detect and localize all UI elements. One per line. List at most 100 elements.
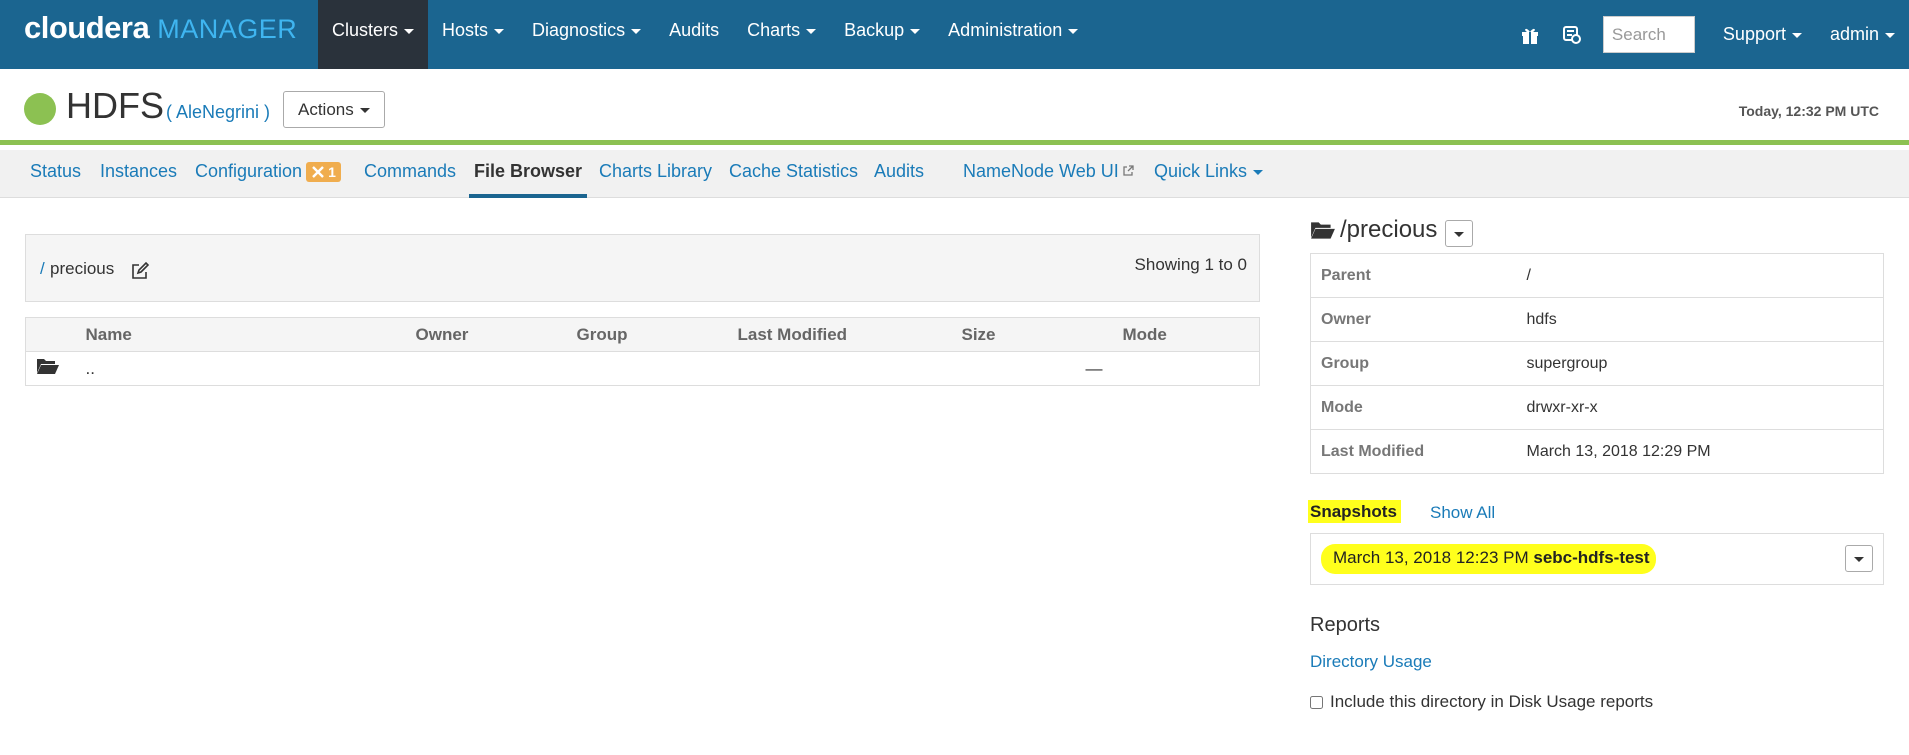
snapshot-actions-dropdown[interactable] <box>1845 545 1873 572</box>
chevron-down-icon <box>1068 28 1079 34</box>
prop-value: March 13, 2018 12:29 PM <box>1526 429 1884 474</box>
main-nav: Clusters Hosts Diagnostics Audits Charts… <box>318 0 1092 69</box>
chevron-down-icon <box>1454 232 1464 237</box>
config-issues-badge: 1 <box>306 162 341 183</box>
tab-file-browser[interactable]: File Browser <box>469 150 588 198</box>
parcel-icon[interactable] <box>1561 24 1583 46</box>
directory-actions-dropdown[interactable] <box>1445 220 1473 247</box>
chevron-down-icon <box>1885 32 1895 38</box>
nav-charts-label: Charts <box>747 20 801 40</box>
health-status-icon <box>24 93 56 125</box>
snapshot-date: March 13, 2018 12:23 PM <box>1333 548 1529 567</box>
tab-quick-links[interactable]: Quick Links <box>1154 150 1264 198</box>
prop-key: Last Modified <box>1310 429 1527 474</box>
brand-name: cloudera <box>24 10 150 45</box>
header-last-modified[interactable]: Last Modified <box>737 317 962 352</box>
row-mode <box>1123 352 1260 386</box>
breadcrumb-root[interactable]: / <box>40 259 45 279</box>
folder-open-icon <box>37 359 59 374</box>
service-tabs: Status Instances Configuration 1 Commands… <box>0 150 1909 198</box>
include-disk-usage-option[interactable]: Include this directory in Disk Usage rep… <box>1310 692 1653 712</box>
tab-commands[interactable]: Commands <box>364 150 456 198</box>
edit-path-icon[interactable] <box>130 261 150 281</box>
chevron-down-icon <box>806 28 817 34</box>
nav-backup[interactable]: Backup <box>830 0 934 69</box>
prop-row-mode: Mode drwxr-xr-x <box>1310 385 1884 430</box>
row-icon-cell <box>26 352 86 386</box>
tab-audits[interactable]: Audits <box>874 150 924 198</box>
header-mode[interactable]: Mode <box>1122 317 1260 352</box>
header-name[interactable]: Name <box>85 317 416 352</box>
folder-open-icon <box>1311 222 1335 239</box>
snapshot-item[interactable]: March 13, 2018 12:23 PM sebc-hdfs-test <box>1321 544 1656 574</box>
nav-charts[interactable]: Charts <box>733 0 830 69</box>
actions-label: Actions <box>298 99 354 119</box>
time-display[interactable]: Today, 12:32 PM UTC <box>1739 103 1879 119</box>
nav-right: Support admin <box>1519 0 1909 69</box>
prop-key: Parent <box>1310 253 1527 298</box>
user-label: admin <box>1829 24 1879 44</box>
directory-title: /precious <box>1310 216 1437 244</box>
tab-cache-statistics[interactable]: Cache Statistics <box>729 150 858 198</box>
tab-namenode-web-ui[interactable]: NameNode Web UI <box>963 150 1134 198</box>
wrench-icon <box>312 166 324 179</box>
prop-value: hdfs <box>1526 297 1884 342</box>
breadcrumb-current: precious <box>50 259 115 278</box>
chevron-down-icon <box>1854 557 1864 562</box>
nav-diagnostics[interactable]: Diagnostics <box>518 0 655 69</box>
chevron-down-icon <box>631 28 642 34</box>
tab-charts-library[interactable]: Charts Library <box>599 150 712 198</box>
nav-audits[interactable]: Audits <box>655 0 733 69</box>
config-badge-count: 1 <box>328 164 336 181</box>
directory-properties: Parent / Owner hdfs Group supergroup Mode dr… <box>1310 253 1884 474</box>
search-input[interactable] <box>1602 16 1695 53</box>
service-title: HDFS <box>66 85 164 126</box>
chevron-down-icon <box>404 28 415 34</box>
support-menu[interactable]: Support <box>1709 24 1816 45</box>
tab-configuration-label: Configuration <box>195 161 303 181</box>
tab-configuration[interactable]: Configuration 1 <box>195 150 341 198</box>
tab-status[interactable]: Status <box>30 150 81 198</box>
external-link-icon <box>1123 165 1134 176</box>
snapshots-heading: Snapshots <box>1308 500 1401 523</box>
chevron-down-icon <box>910 28 921 34</box>
row-size: — <box>1085 358 1103 378</box>
header-icon-col <box>25 317 86 352</box>
table-row[interactable]: .. — <box>26 352 1260 386</box>
include-disk-usage-checkbox[interactable] <box>1310 695 1323 709</box>
tab-instances[interactable]: Instances <box>100 150 177 198</box>
nav-clusters-label: Clusters <box>332 20 399 40</box>
parent-dir-link[interactable]: .. <box>86 352 416 386</box>
prop-key: Mode <box>1310 385 1527 430</box>
prop-row-group: Group supergroup <box>1310 341 1884 386</box>
header-size[interactable]: Size <box>961 317 1123 352</box>
header-group[interactable]: Group <box>576 317 738 352</box>
prop-key: Owner <box>1310 297 1527 342</box>
include-disk-usage-label: Include this directory in Disk Usage rep… <box>1330 692 1654 711</box>
file-table: Name Owner Group Last Modified Size Mode… <box>25 317 1260 386</box>
snapshot-name: sebc-hdfs-test <box>1533 548 1650 567</box>
chevron-down-icon <box>1253 169 1264 175</box>
gift-icon[interactable] <box>1519 24 1541 46</box>
user-menu[interactable]: admin <box>1816 24 1909 45</box>
showing-count: Showing 1 to 0 <box>1134 255 1247 274</box>
cluster-link[interactable]: ( AleNegrini ) <box>166 102 270 123</box>
show-all-snapshots-link[interactable]: Show All <box>1430 503 1495 523</box>
nav-clusters[interactable]: Clusters <box>318 0 429 69</box>
prop-value: drwxr-xr-x <box>1526 385 1884 430</box>
header-owner[interactable]: Owner <box>415 317 577 352</box>
prop-row-parent: Parent / <box>1310 253 1884 298</box>
actions-button[interactable]: Actions <box>283 91 385 128</box>
directory-usage-link[interactable]: Directory Usage <box>1310 652 1432 672</box>
cloudera-manager-logo[interactable]: cloudera MANAGER <box>24 10 297 50</box>
chevron-down-icon <box>1791 32 1802 38</box>
nav-administration[interactable]: Administration <box>934 0 1092 69</box>
nav-hosts[interactable]: Hosts <box>428 0 518 69</box>
service-header: HDFS ( AleNegrini ) Actions Today, 12:32… <box>0 69 1909 145</box>
namenode-web-ui-label: NameNode Web UI <box>963 161 1119 181</box>
nav-hosts-label: Hosts <box>442 20 489 40</box>
row-group <box>577 352 738 386</box>
nav-backup-label: Backup <box>844 20 905 40</box>
directory-title-text: /precious <box>1340 216 1438 243</box>
reports-heading: Reports <box>1310 614 1381 636</box>
